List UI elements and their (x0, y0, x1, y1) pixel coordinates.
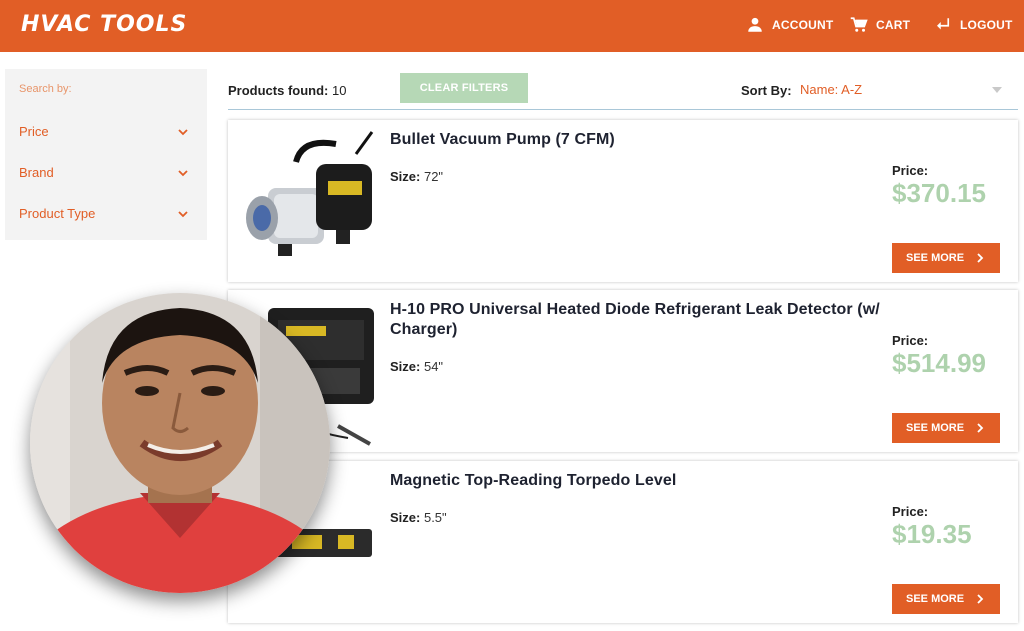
product-size: Size: 5.5" (390, 510, 447, 525)
filter-product-type[interactable]: Product Type (5, 202, 207, 226)
clear-filters-button[interactable]: CLEAR FILTERS (400, 73, 528, 103)
size-label: Size: (390, 510, 421, 525)
product-title[interactable]: Bullet Vacuum Pump (7 CFM) (390, 130, 880, 150)
chevron-down-icon (178, 211, 188, 218)
toolbar-divider (228, 109, 1018, 110)
see-more-button[interactable]: SEE MORE (892, 413, 1000, 443)
site-logo[interactable]: HVAC TOOLS (21, 12, 187, 37)
vacuum-pump-image[interactable] (238, 126, 378, 276)
filter-brand-label: Brand (19, 165, 54, 180)
product-title[interactable]: Magnetic Top-Reading Torpedo Level (390, 471, 880, 491)
size-value: 72" (423, 169, 444, 184)
filter-price[interactable]: Price (5, 120, 207, 144)
account-label: ACCOUNT (772, 18, 834, 32)
chevron-down-icon (178, 129, 188, 136)
product-title[interactable]: H-10 PRO Universal Heated Diode Refriger… (390, 300, 880, 340)
see-more-label: SEE MORE (906, 252, 965, 264)
filter-price-label: Price (19, 124, 49, 139)
cart-icon (850, 17, 868, 32)
price-label: Price: (892, 504, 929, 519)
logout-label: LOGOUT (960, 18, 1013, 32)
product-card: Magnetic Top-Reading Torpedo Level Size:… (228, 461, 1018, 623)
size-label: Size: (390, 169, 421, 184)
see-more-label: SEE MORE (906, 593, 965, 605)
presenter-avatar (30, 293, 330, 593)
person-icon (748, 17, 762, 32)
size-value: 54" (423, 359, 444, 374)
cart-label: CART (876, 18, 911, 32)
chevron-right-icon (977, 594, 984, 604)
see-more-button[interactable]: SEE MORE (892, 243, 1000, 273)
size-label: Size: (390, 359, 421, 374)
product-price: $514.99 (892, 348, 986, 378)
cart-link[interactable]: CART (850, 16, 910, 34)
price-label: Price: (892, 333, 929, 348)
product-size: Size: 54" (390, 359, 443, 374)
see-more-label: SEE MORE (906, 422, 965, 434)
search-by-heading: Search by: (19, 83, 72, 95)
filter-product-type-label: Product Type (19, 206, 96, 221)
logout-icon (937, 18, 950, 30)
price-label: Price: (892, 163, 929, 178)
chevron-right-icon (977, 423, 984, 433)
see-more-button[interactable]: SEE MORE (892, 584, 1000, 614)
filter-sidebar: Search by: Price Brand Product Type (5, 69, 207, 240)
products-found: Products found: 10 (228, 83, 346, 98)
dropdown-arrow-icon (992, 87, 1002, 93)
product-price: $19.35 (892, 519, 972, 549)
product-price: $370.15 (892, 178, 986, 208)
top-bar: HVAC TOOLS ACCOUNT CART LOGOUT (0, 0, 1024, 52)
products-found-count: 10 (332, 83, 347, 98)
product-card: H-10 PRO Universal Heated Diode Refriger… (228, 290, 1018, 452)
sort-by-label: Sort By: (741, 83, 792, 98)
sort-select[interactable]: Name: A-Z (800, 80, 1018, 102)
chevron-down-icon (178, 170, 188, 177)
account-link[interactable]: ACCOUNT (746, 16, 833, 34)
presenter-photo (30, 293, 330, 593)
size-value: 5.5" (423, 510, 447, 525)
product-size: Size: 72" (390, 169, 443, 184)
chevron-right-icon (977, 253, 984, 263)
filter-brand[interactable]: Brand (5, 161, 207, 185)
sort-value: Name: A-Z (800, 82, 863, 97)
products-found-label: Products found: (228, 83, 329, 98)
product-card: Bullet Vacuum Pump (7 CFM) Size: 72" Pri… (228, 120, 1018, 282)
logout-link[interactable]: LOGOUT (934, 16, 1013, 34)
